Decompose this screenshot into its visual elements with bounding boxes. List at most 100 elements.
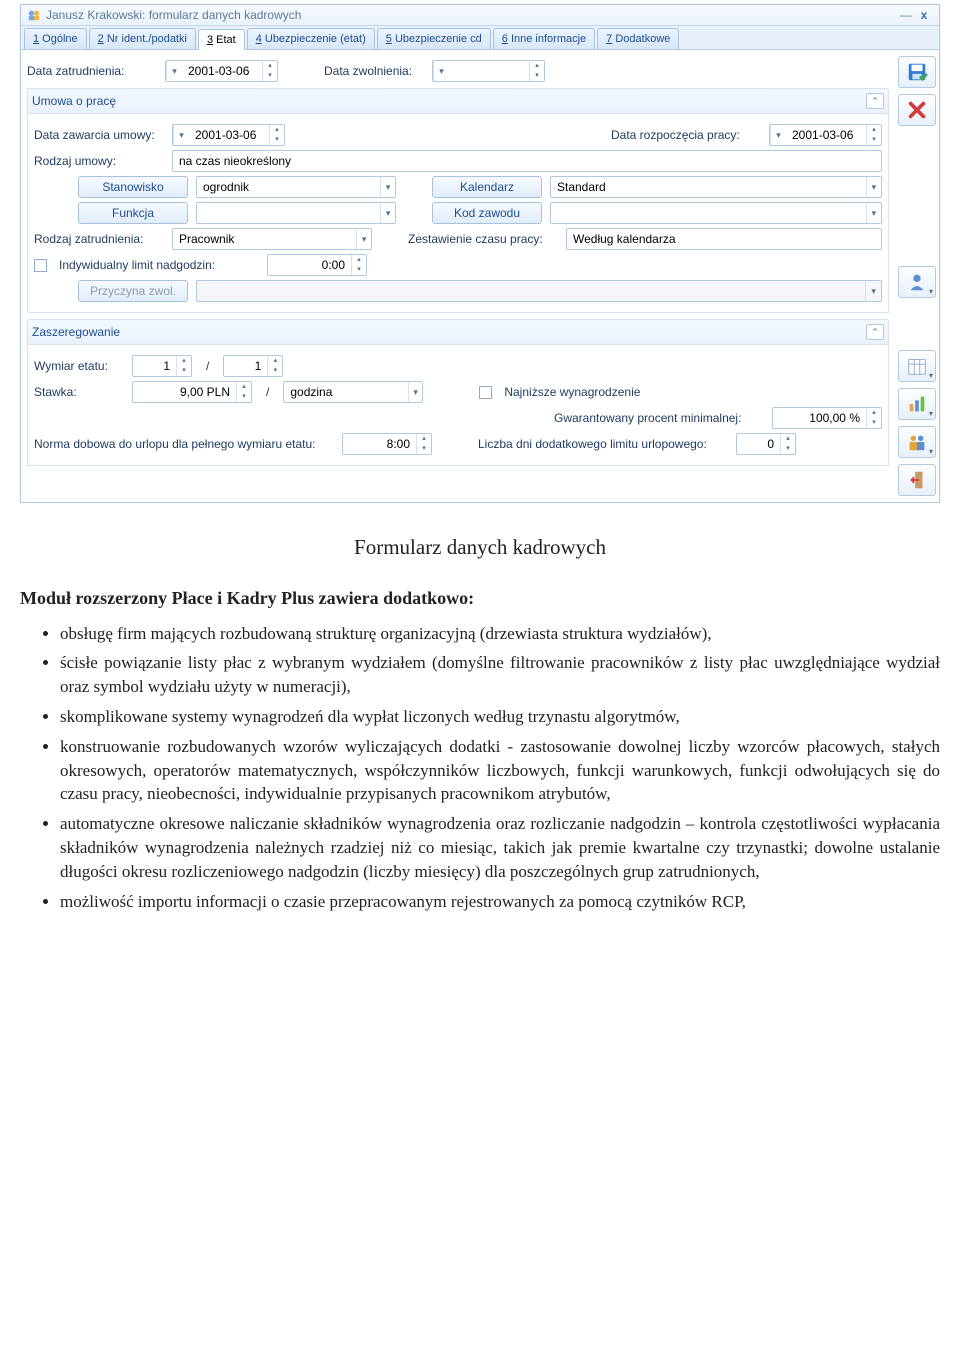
chevron-down-icon[interactable]: ▾ <box>770 125 786 145</box>
tab-strip: 1 Ogólne2 Nr ident./podatki3 Etat4 Ubezp… <box>21 26 939 50</box>
tab-nr-ident-podatki[interactable]: 2 Nr ident./podatki <box>89 28 196 49</box>
rodzaj-umowy-input[interactable] <box>173 151 881 171</box>
chevron-down-icon[interactable]: ▾ <box>380 203 395 223</box>
label-data-zatrudnienia: Data zatrudnienia: <box>27 64 157 78</box>
close-button[interactable]: x <box>915 8 933 22</box>
limit-input[interactable] <box>268 255 351 275</box>
chevron-down-icon[interactable]: ▾ <box>408 382 422 402</box>
przyczyna-input <box>197 281 865 301</box>
norma-input[interactable] <box>343 434 416 454</box>
funkcja-input[interactable] <box>197 203 380 223</box>
liczba-dni-input[interactable] <box>737 434 780 454</box>
wymiar-a-field[interactable]: ▴▾ <box>132 355 192 377</box>
exit-button[interactable] <box>898 464 936 496</box>
data-zawarcia-field[interactable]: ▾ ▴▾ <box>172 124 285 146</box>
kalendarz-button[interactable]: Kalendarz <box>432 176 542 198</box>
gwarantowany-input[interactable] <box>773 408 866 428</box>
person-button[interactable] <box>898 266 936 298</box>
norma-field[interactable]: ▴▾ <box>342 433 432 455</box>
label-zestawienie: Zestawienie czasu pracy: <box>408 232 558 246</box>
wymiar-b-field[interactable]: ▴▾ <box>223 355 283 377</box>
label-wymiar: Wymiar etatu: <box>34 359 124 373</box>
stanowisko-field[interactable]: ▾ <box>196 176 396 198</box>
calendar-button[interactable] <box>898 350 936 382</box>
stawka-field[interactable]: ▴▾ <box>132 381 252 403</box>
tab-content: Data zatrudnienia: ▾ ▴▾ Data zwolnienia:… <box>21 50 895 502</box>
funkcja-field[interactable]: ▾ <box>196 202 396 224</box>
kalendarz-field[interactable]: ▾ <box>550 176 882 198</box>
tab-ubezpieczenie-cd[interactable]: 5 Ubezpieczenie cd <box>377 28 491 49</box>
stawka-input[interactable] <box>133 382 236 402</box>
label-data-rozpoczecia: Data rozpoczęcia pracy: <box>611 128 761 142</box>
chevron-down-icon[interactable]: ▾ <box>433 61 449 81</box>
label-najnizsze: Najniższe wynagrodzenie <box>504 385 640 399</box>
list-item: skomplikowane systemy wynagrodzeń dla wy… <box>60 705 940 729</box>
chevron-down-icon[interactable]: ▾ <box>166 61 182 81</box>
kod-zawodu-button[interactable]: Kod zawodu <box>432 202 542 224</box>
spin-buttons[interactable]: ▴▾ <box>529 61 544 81</box>
data-zawarcia-input[interactable] <box>189 125 269 145</box>
limit-checkbox[interactable] <box>34 259 47 272</box>
people-button[interactable] <box>898 426 936 458</box>
chevron-down-icon[interactable]: ▾ <box>356 229 371 249</box>
data-zatrudnienia-input[interactable] <box>182 61 262 81</box>
chart-button[interactable] <box>898 388 936 420</box>
chevron-down-icon[interactable]: ▾ <box>866 177 881 197</box>
label-rodzaj-zatrudnienia: Rodzaj zatrudnienia: <box>34 232 164 246</box>
group-umowa-title: Umowa o pracę <box>32 94 116 108</box>
minimize-button[interactable]: — <box>897 8 915 22</box>
tab-ubezpieczenie-etat-[interactable]: 4 Ubezpieczenie (etat) <box>247 28 375 49</box>
list-item: automatyczne okresowe naliczanie składni… <box>60 812 940 883</box>
save-button[interactable] <box>898 56 936 88</box>
przyczyna-button: Przyczyna zwol. <box>78 280 188 302</box>
kod-zawodu-field[interactable]: ▾ <box>550 202 882 224</box>
list-item: ścisłe powiązanie listy płac z wybranym … <box>60 651 940 699</box>
najnizsze-checkbox[interactable] <box>479 386 492 399</box>
data-zwolnienia-input[interactable] <box>449 61 529 81</box>
tab-og-lne[interactable]: 1 Ogólne <box>24 28 87 49</box>
liczba-dni-field[interactable]: ▴▾ <box>736 433 796 455</box>
label-rodzaj-umowy: Rodzaj umowy: <box>34 154 164 168</box>
kod-zawodu-input[interactable] <box>551 203 866 223</box>
chevron-down-icon[interactable]: ▾ <box>173 125 189 145</box>
funkcja-button[interactable]: Funkcja <box>78 202 188 224</box>
tab-etat[interactable]: 3 Etat <box>198 29 245 50</box>
zestawienie-field[interactable] <box>566 228 882 250</box>
data-rozpoczecia-input[interactable] <box>786 125 866 145</box>
rodzaj-umowy-field[interactable] <box>172 150 882 172</box>
wymiar-a-input[interactable] <box>133 356 176 376</box>
collapse-button[interactable]: ⌃ <box>866 324 884 340</box>
label-norma: Norma dobowa do urlopu dla pełnego wymia… <box>34 437 334 451</box>
stanowisko-input[interactable] <box>197 177 380 197</box>
cancel-button[interactable] <box>898 94 936 126</box>
rodzaj-zatrudnienia-input[interactable] <box>173 229 356 249</box>
article-list: obsługę firm mających rozbudowaną strukt… <box>20 622 940 914</box>
spin-buttons[interactable]: ▴▾ <box>262 61 277 81</box>
group-zaszeregowanie: Wymiar etatu: ▴▾ / ▴▾ Stawka: ▴▾ <box>27 345 889 466</box>
stawka-unit-input[interactable] <box>284 382 408 402</box>
list-item: konstruowanie rozbudowanych wzorów wylic… <box>60 735 940 806</box>
wymiar-b-input[interactable] <box>224 356 267 376</box>
titlebar: Janusz Krakowski: formularz danych kadro… <box>21 5 939 26</box>
kalendarz-input[interactable] <box>551 177 866 197</box>
tab-dodatkowe[interactable]: 7 Dodatkowe <box>597 28 679 49</box>
label-data-zwolnienia: Data zwolnienia: <box>324 64 424 78</box>
gwarantowany-field[interactable]: ▴▾ <box>772 407 882 429</box>
collapse-button[interactable]: ⌃ <box>866 93 884 109</box>
article-caption: Formularz danych kadrowych <box>20 533 940 562</box>
limit-field[interactable]: ▴▾ <box>267 254 367 276</box>
stawka-unit-field[interactable]: ▾ <box>283 381 423 403</box>
list-item: możliwość importu informacji o czasie pr… <box>60 890 940 914</box>
przyczyna-field: ▾ <box>196 280 882 302</box>
rodzaj-zatrudnienia-field[interactable]: ▾ <box>172 228 372 250</box>
zestawienie-input[interactable] <box>567 229 881 249</box>
tab-inne-informacje[interactable]: 6 Inne informacje <box>493 28 595 49</box>
data-zatrudnienia-field[interactable]: ▾ ▴▾ <box>165 60 278 82</box>
label-stawka: Stawka: <box>34 385 124 399</box>
data-rozpoczecia-field[interactable]: ▾ ▴▾ <box>769 124 882 146</box>
chevron-down-icon[interactable]: ▾ <box>866 203 881 223</box>
chevron-down-icon[interactable]: ▾ <box>380 177 395 197</box>
data-zwolnienia-field[interactable]: ▾ ▴▾ <box>432 60 545 82</box>
app-icon <box>27 8 41 22</box>
stanowisko-button[interactable]: Stanowisko <box>78 176 188 198</box>
